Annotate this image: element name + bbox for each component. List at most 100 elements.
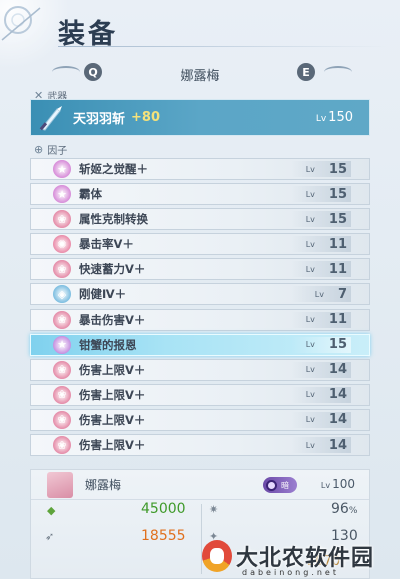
- factor-level: Lv 11: [291, 236, 351, 253]
- factor-row[interactable]: ❀ 暴击伤害Ⅴ＋ Lv 11: [30, 308, 370, 331]
- factor-name: 刚健Ⅳ＋: [79, 287, 127, 302]
- dark-element-icon: [266, 479, 277, 491]
- factor-name: 伤害上限Ⅴ＋: [79, 362, 146, 377]
- factor-level-value: 14: [328, 437, 347, 453]
- summary-level: Lv 100: [321, 477, 355, 491]
- hp-value: 45000: [141, 501, 186, 517]
- lotus-icon: ❀: [53, 260, 71, 279]
- factor-name: 伤害上限Ⅴ＋: [79, 412, 146, 427]
- factor-name: 属性克制转换: [79, 212, 148, 227]
- factor-name: 斩姬之觉醒＋: [79, 162, 148, 176]
- summary-level-value: 100: [332, 477, 355, 491]
- ornament-icon: [1, 6, 41, 41]
- lotus-icon: ❀: [53, 410, 71, 429]
- factor-row[interactable]: ❀ 伤害上限Ⅴ＋ Lv 14: [30, 358, 370, 381]
- lotus-icon: ❀: [53, 436, 71, 455]
- factor-row[interactable]: ❀ 伤害上限Ⅴ＋ Lv 14: [30, 383, 370, 406]
- summary-header: 娜露梅 暗 Lv 100: [31, 470, 369, 500]
- factor-name: 快速蓄力Ⅴ＋: [79, 262, 146, 277]
- element-text: 暗: [281, 480, 289, 490]
- watermark-logo: [202, 540, 232, 572]
- factor-level: Lv 14: [291, 361, 351, 378]
- factor-row[interactable]: ❀ 伤害上限Ⅴ＋ Lv 14: [30, 408, 370, 431]
- weapon-level-value: 150: [328, 110, 353, 125]
- factor-row[interactable]: ◈ 刚健Ⅳ＋ Lv 7: [30, 283, 370, 306]
- factor-level: Lv 14: [291, 437, 351, 454]
- title-underline: [58, 46, 388, 47]
- factor-lv-label: Lv: [305, 440, 315, 450]
- factor-row[interactable]: ❀ 属性克制转换 Lv 15: [30, 208, 370, 231]
- factor-level-value: 11: [328, 312, 347, 328]
- factor-level: Lv 15: [291, 336, 351, 353]
- star-icon: ★: [53, 335, 71, 354]
- factor-level-value: 11: [328, 261, 347, 277]
- weapon-name: 天羽羽斩: [73, 112, 126, 127]
- crit-rate-number: 96: [331, 501, 349, 517]
- watermark-sub: dabeinong.net: [242, 568, 339, 577]
- factor-level: Lv 14: [291, 411, 351, 428]
- factor-section-label: ⊕ 因子: [34, 142, 67, 157]
- factor-name: 钳蟹的报恩: [79, 337, 137, 352]
- factor-row[interactable]: ★ 霸体 Lv 15: [30, 183, 370, 206]
- header: 装备: [0, 0, 400, 58]
- attack-value: 18555: [141, 528, 186, 544]
- star-icon: ★: [53, 160, 71, 178]
- next-arrow-icon[interactable]: [324, 66, 352, 78]
- weapon-refine: +80: [131, 110, 160, 125]
- factor-name: 伤害上限Ⅴ＋: [79, 438, 146, 453]
- factor-lv-label: Lv: [305, 415, 315, 425]
- factor-level-value: 11: [328, 236, 347, 252]
- factor-icon: ⊕: [34, 143, 44, 156]
- factor-level-value: 15: [328, 337, 347, 353]
- factor-row[interactable]: ★ 斩姬之觉醒＋ Lv 15: [30, 158, 370, 180]
- factor-lv-label: Lv: [305, 315, 315, 325]
- crit-rate-icon: ✷: [209, 503, 219, 516]
- crit-rate-unit: %: [348, 506, 358, 516]
- summary-name: 娜露梅: [85, 478, 122, 492]
- factor-level: Lv 7: [291, 286, 351, 303]
- factor-row[interactable]: ❀ 快速蓄力Ⅴ＋ Lv 11: [30, 258, 370, 281]
- factor-level: Lv 11: [291, 311, 351, 328]
- factor-level-value: 14: [328, 412, 347, 428]
- factor-list: ★ 斩姬之觉醒＋ Lv 15 ★ 霸体 Lv 15 ❀ 属性克制转换 Lv 15 ✺ 暴击率Ⅴ＋ Lv 11 ❀…: [30, 158, 370, 459]
- factor-lv-label: Lv: [305, 340, 315, 350]
- factor-lv-label: Lv: [305, 164, 315, 174]
- factor-row[interactable]: ✺ 暴击率Ⅴ＋ Lv 11: [30, 233, 370, 256]
- character-switcher: Q 娜露梅 E: [0, 60, 400, 86]
- crit-rate-value: 96%: [331, 501, 357, 517]
- lotus-icon: ❀: [53, 385, 71, 404]
- factor-level: Lv 15: [291, 186, 351, 203]
- factor-name: 伤害上限Ⅴ＋: [79, 387, 146, 402]
- factor-row[interactable]: ❀ 伤害上限Ⅴ＋ Lv 14: [30, 434, 370, 457]
- factor-row[interactable]: ★ 钳蟹的报恩 Lv 15: [30, 333, 370, 356]
- factor-level-value: 14: [328, 362, 347, 378]
- shield-icon: ◈: [53, 285, 71, 304]
- weapon-slot[interactable]: 天羽羽斩 +80 Lv 150: [30, 99, 370, 136]
- swirl-icon: ✺: [53, 235, 71, 254]
- factor-lv-label: Lv: [305, 365, 315, 375]
- factor-lv-label: Lv: [305, 264, 315, 274]
- factor-lv-label: Lv: [305, 239, 315, 249]
- factor-level: Lv 15: [291, 211, 351, 228]
- factor-level-value: 15: [328, 161, 347, 177]
- factor-level-value: 14: [328, 387, 347, 403]
- sword-icon: [35, 103, 65, 133]
- weapon-level: Lv 150: [316, 110, 353, 125]
- lotus-icon: ❀: [53, 210, 71, 229]
- factor-level: Lv 14: [291, 386, 351, 403]
- next-key-badge[interactable]: E: [297, 63, 315, 81]
- factor-level: Lv 15: [291, 161, 351, 177]
- element-badge: 暗: [263, 477, 297, 493]
- star-icon: ★: [53, 185, 71, 204]
- factor-lv-label: Lv: [305, 214, 315, 224]
- summary-lv-label: Lv: [320, 481, 331, 490]
- avatar: [47, 471, 73, 498]
- factor-label-text: 因子: [47, 146, 68, 157]
- factor-lv-label: Lv: [305, 189, 315, 199]
- factor-lv-label: Lv: [314, 289, 324, 299]
- factor-name: 霸体: [79, 187, 102, 202]
- factor-name: 暴击伤害Ⅴ＋: [79, 312, 146, 327]
- weapon-lv-label: Lv: [315, 114, 327, 124]
- factor-level-value: 15: [328, 186, 347, 202]
- factor-name: 暴击率Ⅴ＋: [79, 237, 134, 252]
